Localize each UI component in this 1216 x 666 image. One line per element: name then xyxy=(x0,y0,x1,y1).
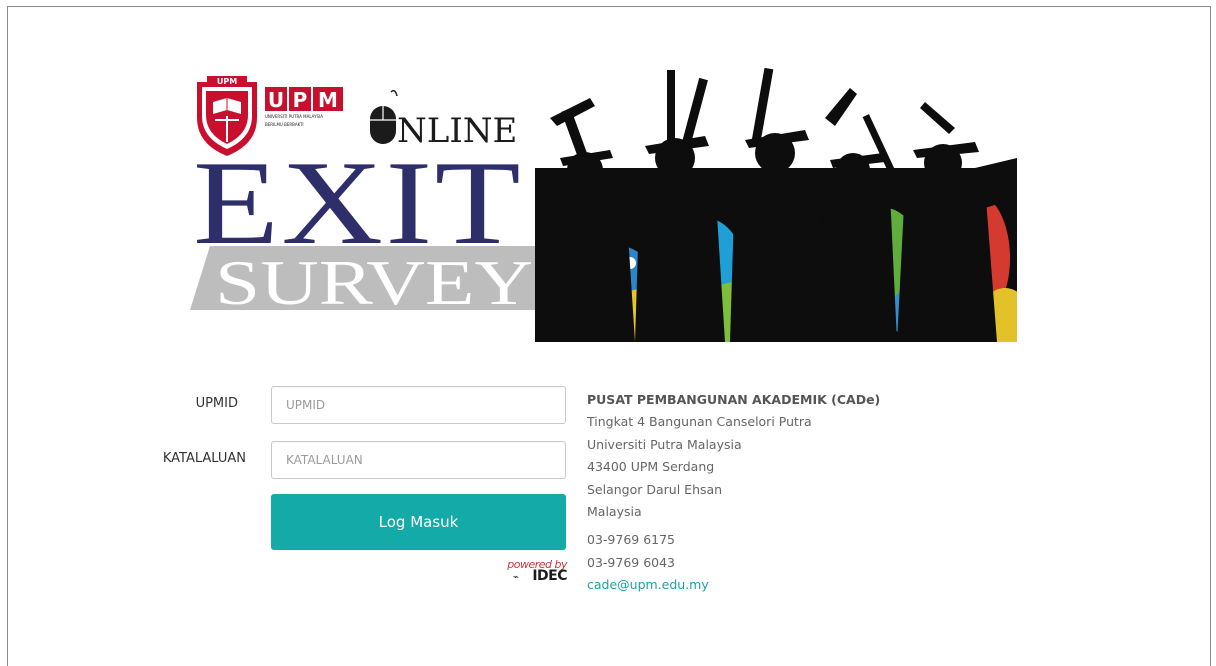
address-line: Selangor Darul Ehsan xyxy=(587,481,723,497)
powered-by-brand: IDEC xyxy=(532,568,567,584)
crest-acronym: UPM xyxy=(217,77,237,86)
exit-survey-banner: UPM U P M UNIVERSITI PUTRA MALAYSIA BERI… xyxy=(185,58,1017,342)
upm-motto: BERILMU BERBAKTI xyxy=(265,122,304,127)
upm-wordmark: U P M UNIVERSITI PUTRA MALAYSIA BERILMU … xyxy=(265,87,343,127)
svg-text:P: P xyxy=(293,88,308,112)
graduates-artwork xyxy=(535,67,1017,342)
password-input[interactable] xyxy=(271,441,566,479)
address-line: 43400 UPM Serdang xyxy=(587,459,715,475)
phone-number: 03-9769 6043 xyxy=(587,554,676,570)
upm-full-name: UNIVERSITI PUTRA MALAYSIA xyxy=(265,114,323,119)
login-button[interactable]: Log Masuk xyxy=(271,494,566,550)
organization-name: PUSAT PEMBANGUNAN AKADEMIK (CADe) xyxy=(587,392,881,407)
powered-by-logo: powered by ⌁ IDEC xyxy=(503,559,567,585)
password-label: KATALALUAN xyxy=(162,451,246,466)
upmid-input[interactable] xyxy=(271,386,566,424)
upmid-label: UPMID xyxy=(195,396,238,411)
plug-icon: ⌁ xyxy=(513,572,520,583)
email-link[interactable]: cade@upm.edu.my xyxy=(587,577,709,592)
phone-number: 03-9769 6175 xyxy=(587,532,676,548)
address-line: Tingkat 4 Bangunan Canselori Putra xyxy=(587,414,812,430)
address-line: Malaysia xyxy=(587,504,642,520)
svg-text:M: M xyxy=(318,88,338,112)
address-line: Universiti Putra Malaysia xyxy=(587,436,742,452)
svg-text:U: U xyxy=(268,88,284,112)
title-survey: SURVEY xyxy=(215,247,533,318)
contact-info: PUSAT PEMBANGUNAN AKADEMIK (CADe) Tingka… xyxy=(587,389,887,597)
